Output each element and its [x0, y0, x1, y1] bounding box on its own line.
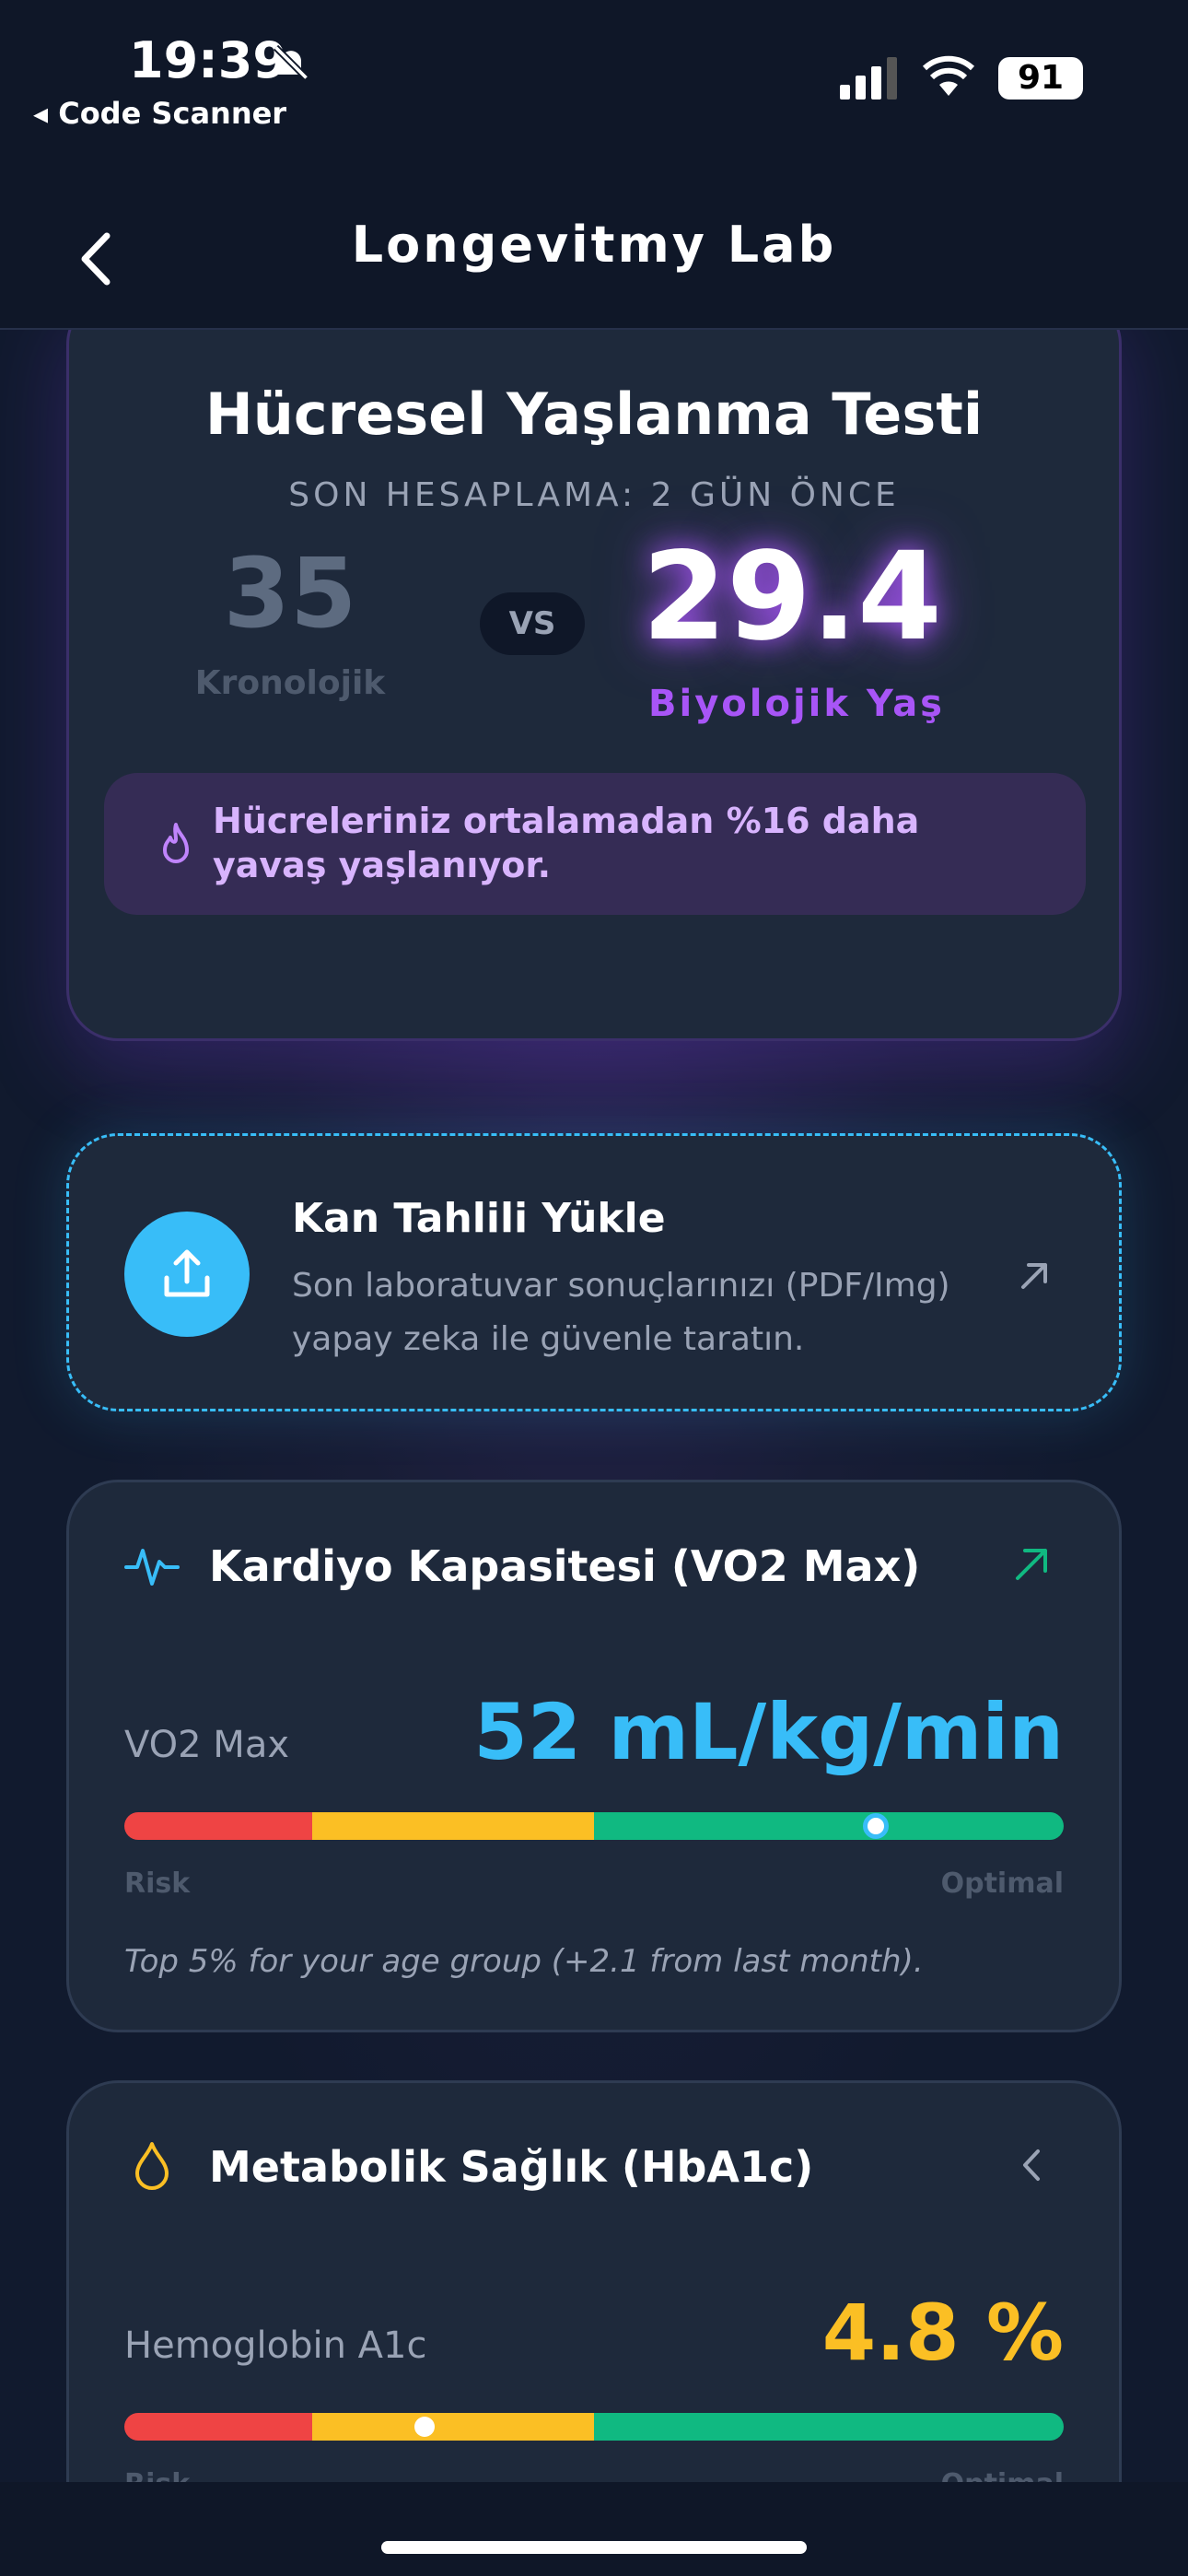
navigation-bar: Longevitmy Lab — [0, 193, 1188, 330]
heartbeat-icon — [124, 1549, 180, 1586]
metric-title: Metabolik Sağlık (HbA1c) — [209, 2142, 814, 2192]
range-bar — [124, 2413, 1064, 2441]
page-title: Longevitmy Lab — [351, 216, 837, 274]
chevron-left-icon[interactable] — [1010, 2144, 1053, 2186]
status-time: 19:39 — [129, 31, 287, 89]
bell-muted-icon — [273, 44, 309, 81]
drop-icon — [135, 2142, 169, 2190]
hero-title: Hücresel Yaşlanma Testi — [204, 381, 984, 448]
biological-age-value: 29.4 — [642, 526, 942, 668]
chronological-age-value: 35 — [223, 537, 357, 650]
battery-indicator: 91 — [998, 57, 1083, 100]
vs-badge: VS — [480, 592, 585, 655]
signal-icon — [840, 57, 897, 100]
range-segment-optimal — [594, 1812, 1064, 1840]
range-bar — [124, 1812, 1064, 1840]
metric-label: VO2 Max — [124, 1724, 290, 1766]
scroll-content[interactable]: Hücresel Yaşlanma Testi SON HESAPLAMA: 2… — [0, 330, 1188, 2482]
range-segment-risk — [124, 2413, 312, 2441]
status-bar: 19:39 ◂ Code Scanner 91 — [0, 0, 1188, 193]
arrow-up-right-icon[interactable] — [1016, 1258, 1053, 1294]
range-segment-moderate — [312, 1812, 594, 1840]
biological-age-label: Biyolojik Yaş — [648, 683, 945, 725]
scale-low-label: Risk — [124, 1868, 191, 1900]
hba1c-card[interactable]: Metabolik Sağlık (HbA1c) Hemoglobin A1c … — [66, 2080, 1122, 2482]
range-segment-optimal — [594, 2413, 1064, 2441]
range-marker — [863, 1813, 889, 1839]
home-indicator[interactable] — [381, 2541, 807, 2554]
insight-banner: Hücreleriniz ortalamadan %16 daha yavaş … — [104, 773, 1086, 915]
trend-up-icon[interactable] — [1010, 1543, 1053, 1586]
metric-note: Top 5% for your age group (+2.1 from las… — [124, 1943, 924, 1980]
vo2-max-card[interactable]: Kardiyo Kapasitesi (VO2 Max) VO2 Max 52 … — [66, 1480, 1122, 2032]
metric-value: 4.8 % — [821, 2288, 1064, 2378]
biological-age-card: Hücresel Yaşlanma Testi SON HESAPLAMA: 2… — [66, 330, 1122, 1041]
flame-icon — [163, 823, 189, 863]
upload-button[interactable] — [124, 1212, 250, 1337]
upload-description: Son laboratuvar sonuçlarınızı (PDF/Img) … — [292, 1267, 950, 1358]
upload-icon — [164, 1249, 210, 1297]
scale-high-label: Optimal — [940, 1868, 1064, 1900]
scale-low-label: Risk — [124, 2468, 190, 2482]
upload-blood-test-card[interactable]: Kan Tahlili Yükle Son laboratuvar sonuçl… — [66, 1133, 1122, 1411]
back-to-app-link[interactable]: ◂ Code Scanner — [33, 96, 286, 131]
chronological-age-label: Kronolojik — [194, 664, 386, 702]
range-segment-moderate — [312, 2413, 594, 2441]
insight-text: Hücreleriniz ortalamadan %16 daha yavaş … — [213, 801, 920, 885]
scale-high-label: Optimal — [941, 2468, 1064, 2482]
upload-title: Kan Tahlili Yükle — [292, 1195, 666, 1242]
metric-value: 52 mL/kg/min — [473, 1687, 1064, 1777]
metric-title: Kardiyo Kapasitesi (VO2 Max) — [209, 1541, 921, 1591]
wifi-icon — [922, 55, 975, 96]
range-segment-risk — [124, 1812, 312, 1840]
home-indicator-area — [0, 2482, 1188, 2576]
hero-subtitle: SON HESAPLAMA: 2 GÜN ÖNCE — [288, 476, 900, 514]
metric-label: Hemoglobin A1c — [124, 2324, 427, 2367]
